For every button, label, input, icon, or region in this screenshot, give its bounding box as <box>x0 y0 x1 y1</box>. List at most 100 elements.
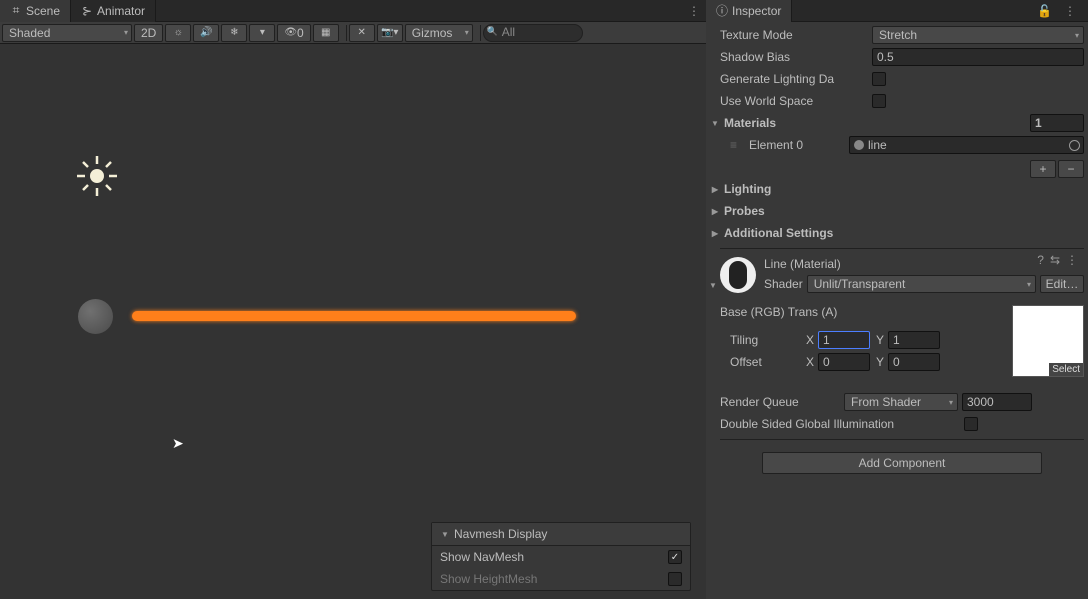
sphere-object[interactable] <box>78 299 113 334</box>
show-navmesh-label: Show NavMesh <box>440 550 524 564</box>
shadow-bias-label: Shadow Bias <box>720 50 868 64</box>
use-world-space-label: Use World Space <box>720 94 868 108</box>
material-name: Line (Material) <box>764 257 1084 271</box>
tiling-x-value: 1 <box>823 333 830 347</box>
inspector-panel: ⓘ Inspector 🔓 ⋮ Texture Mode Stretch Sha… <box>706 0 1088 599</box>
navmesh-header[interactable]: ▼ Navmesh Display <box>432 523 690 546</box>
shadow-bias-input[interactable]: 0.5 <box>872 48 1084 66</box>
lighting-toggle-icon[interactable]: ☼ <box>165 24 191 42</box>
render-queue-dropdown[interactable]: From Shader <box>844 393 958 411</box>
texture-mode-value: Stretch <box>879 28 917 42</box>
gizmos-label: Gizmos <box>412 26 453 40</box>
fx-dropdown-icon[interactable]: ▾ <box>249 24 275 42</box>
camera-icon[interactable]: 📷▾ <box>377 24 403 42</box>
tiling-x-input[interactable]: 1 <box>818 331 870 349</box>
audio-toggle-icon[interactable]: 🔊 <box>193 24 219 42</box>
edit-label: Edit… <box>1046 277 1079 291</box>
material-icon <box>854 140 864 150</box>
navmesh-title: Navmesh Display <box>454 527 547 541</box>
render-queue-label: Render Queue <box>720 395 840 409</box>
scene-tab-bar: ⌗ Scene ⊱ Animator ⋮ <box>0 0 706 22</box>
grid-toggle-icon[interactable]: ▦ <box>313 24 339 42</box>
add-component-button[interactable]: Add Component <box>762 452 1042 474</box>
tiling-y-input[interactable]: 1 <box>888 331 940 349</box>
offset-y-input[interactable]: 0 <box>888 353 940 371</box>
2d-label: 2D <box>141 26 156 40</box>
add-material-button[interactable]: + <box>1030 160 1056 178</box>
gizmos-dropdown[interactable]: Gizmos <box>405 24 473 42</box>
generate-lighting-checkbox[interactable] <box>872 72 886 86</box>
inspector-tab-label: Inspector <box>732 4 781 18</box>
material-preview-icon <box>720 257 756 293</box>
material-component-header[interactable]: ▼ Line (Material) Shader Unlit/Transpare… <box>720 253 1084 297</box>
use-world-space-checkbox[interactable] <box>872 94 886 108</box>
scene-context-menu-icon[interactable]: ⋮ <box>682 4 706 18</box>
materials-header: Materials <box>724 116 1026 130</box>
scene-search-input[interactable]: All <box>483 24 583 42</box>
tab-scene-label: Scene <box>26 4 60 18</box>
hidden-count: 0 <box>297 26 304 40</box>
shader-value: Unlit/Transparent <box>814 277 906 291</box>
lock-icon[interactable]: 🔓 <box>1037 4 1052 18</box>
base-texture-slot[interactable]: Select <box>1012 305 1084 377</box>
lighting-foldout[interactable]: ▶ Lighting <box>710 178 1084 200</box>
shading-mode-dropdown[interactable]: Shaded <box>2 24 132 42</box>
probes-foldout[interactable]: ▶ Probes <box>710 200 1084 222</box>
add-component-label: Add Component <box>859 456 946 470</box>
tiling-y-value: 1 <box>893 333 900 347</box>
drag-handle-icon[interactable]: ≡ <box>730 138 737 152</box>
offset-y-value: 0 <box>893 355 900 369</box>
offset-x-input[interactable]: 0 <box>818 353 870 371</box>
scene-icon: ⌗ <box>10 5 22 17</box>
chevron-down-icon: ▼ <box>440 530 450 539</box>
double-sided-label: Double Sided Global Illumination <box>720 417 960 431</box>
help-icon[interactable]: ? <box>1037 253 1044 267</box>
line-renderer-object[interactable] <box>132 311 576 321</box>
animator-icon: ⊱ <box>81 5 93 17</box>
materials-count-input[interactable]: 1 <box>1030 114 1084 132</box>
offset-x-value: 0 <box>823 355 830 369</box>
y-label: Y <box>874 333 884 347</box>
directional-light-gizmo-icon[interactable] <box>75 154 119 198</box>
fx-toggle-icon[interactable]: ❄ <box>221 24 247 42</box>
render-queue-input[interactable]: 3000 <box>962 393 1032 411</box>
materials-foldout[interactable]: ▼ Materials 1 <box>710 112 1084 134</box>
scene-viewport[interactable]: ▼ Navmesh Display Show NavMesh Show Heig… <box>0 44 706 599</box>
x-label: X <box>804 355 814 369</box>
navmesh-display-panel: ▼ Navmesh Display Show NavMesh Show Heig… <box>431 522 691 591</box>
shader-dropdown[interactable]: Unlit/Transparent <box>807 275 1036 293</box>
offset-label: Offset <box>730 355 800 369</box>
show-navmesh-checkbox[interactable] <box>668 550 682 564</box>
chevron-down-icon: ▼ <box>710 119 720 128</box>
texture-mode-label: Texture Mode <box>720 28 868 42</box>
double-sided-checkbox[interactable] <box>964 417 978 431</box>
element-0-value: line <box>868 138 887 152</box>
tab-animator-label: Animator <box>97 4 145 18</box>
2d-toggle[interactable]: 2D <box>134 24 163 42</box>
remove-material-button[interactable]: − <box>1058 160 1084 178</box>
texture-mode-dropdown[interactable]: Stretch <box>872 26 1084 44</box>
object-picker-icon[interactable] <box>1069 140 1080 151</box>
chevron-right-icon: ▶ <box>710 207 720 216</box>
additional-foldout[interactable]: ▶ Additional Settings <box>710 222 1084 244</box>
hidden-objects-icon[interactable]: 👁 0 <box>277 24 310 42</box>
tab-scene[interactable]: ⌗ Scene <box>0 0 71 22</box>
show-heightmesh-checkbox <box>668 572 682 586</box>
info-icon: ⓘ <box>716 5 728 17</box>
context-menu-icon[interactable]: ⋮ <box>1066 253 1078 267</box>
element-0-label: Element 0 <box>749 138 845 152</box>
tiling-label: Tiling <box>730 333 800 347</box>
element-0-field[interactable]: line <box>849 136 1084 154</box>
inspector-context-menu-icon[interactable]: ⋮ <box>1058 4 1082 18</box>
tools-icon[interactable]: ✕ <box>349 24 375 42</box>
base-texture-label: Base (RGB) Trans (A) <box>720 305 1004 319</box>
scene-toolbar: Shaded 2D ☼ 🔊 ❄ ▾ 👁 0 ▦ ✕ 📷▾ Gizmos All <box>0 22 706 44</box>
tab-animator[interactable]: ⊱ Animator <box>71 0 156 22</box>
edit-shader-button[interactable]: Edit… <box>1040 275 1084 293</box>
preset-icon[interactable]: ⇆ <box>1050 253 1060 267</box>
x-label: X <box>804 333 814 347</box>
additional-header: Additional Settings <box>724 226 833 240</box>
tab-inspector[interactable]: ⓘ Inspector <box>706 0 792 22</box>
texture-select-button[interactable]: Select <box>1049 363 1083 376</box>
y-label: Y <box>874 355 884 369</box>
